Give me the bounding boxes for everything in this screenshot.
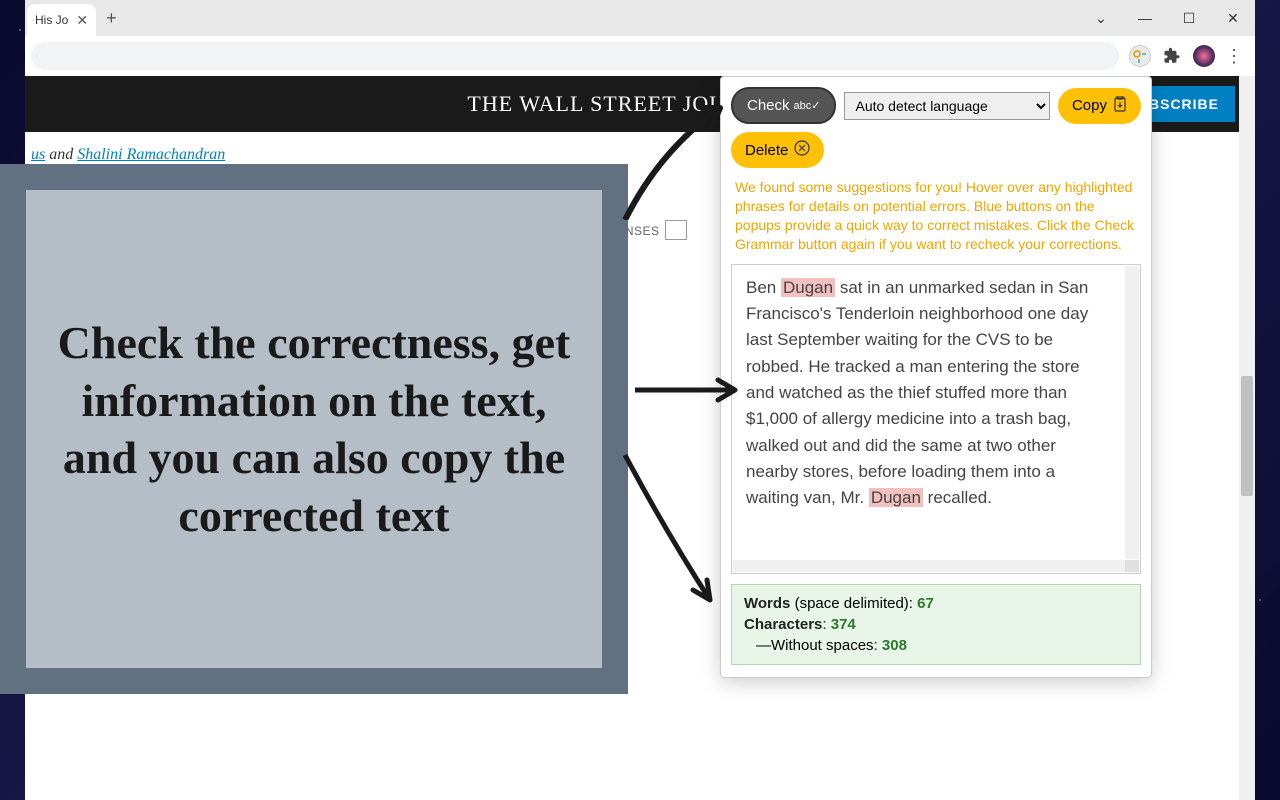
words-suffix: (space delimited): (790, 595, 917, 612)
highlighted-word[interactable]: Dugan (869, 488, 923, 507)
nospace-label: —Without spaces: (756, 637, 882, 654)
grammar-extension-popup: Check abc✓ Auto detect language Copy Del… (720, 76, 1152, 678)
browser-titlebar: His Jo ✕ + ⌄ — ☐ ✕ (25, 0, 1255, 36)
window-controls: ⌄ — ☐ ✕ (1079, 2, 1255, 34)
chars-sep: : (822, 616, 830, 633)
nospace-value: 308 (882, 637, 907, 654)
text-stats: Words (space delimited): 67 Characters: … (731, 584, 1141, 665)
text-segment: sat in an unmarked sedan in San Francisc… (746, 278, 1088, 508)
text-segment: recalled. (923, 488, 992, 507)
tab-title: His Jo (35, 13, 68, 27)
language-select[interactable]: Auto detect language (844, 92, 1049, 120)
responses-icon[interactable] (665, 220, 687, 240)
text-segment: Ben (746, 278, 781, 297)
address-bar[interactable] (31, 42, 1119, 70)
clipboard-icon (1113, 96, 1127, 116)
copy-button[interactable]: Copy (1058, 88, 1141, 124)
chars-value: 374 (831, 616, 856, 633)
instructional-callout: Check the correctness, get information o… (0, 164, 628, 694)
abc-check-icon: abc✓ (794, 99, 821, 112)
callout-inner: Check the correctness, get information o… (26, 190, 602, 668)
browser-menu-icon[interactable]: ⋮ (1225, 46, 1243, 67)
chars-label: Characters (744, 616, 822, 633)
delete-button[interactable]: Delete (731, 132, 824, 168)
check-button[interactable]: Check abc✓ (731, 87, 836, 124)
copy-label: Copy (1072, 97, 1107, 114)
delete-x-icon (794, 140, 810, 160)
maximize-button[interactable]: ☐ (1167, 2, 1211, 34)
close-window-button[interactable]: ✕ (1211, 2, 1255, 34)
minimize-button[interactable]: — (1123, 2, 1167, 34)
callout-text: Check the correctness, get information o… (56, 314, 572, 544)
close-tab-icon[interactable]: ✕ (76, 12, 88, 29)
byline-and: and (45, 146, 77, 163)
page-scrollbar[interactable] (1239, 76, 1255, 800)
circle-extension-icon[interactable] (1193, 45, 1215, 67)
caret-down-icon[interactable]: ⌄ (1079, 2, 1123, 34)
new-tab-button[interactable]: + (106, 8, 117, 29)
popup-toolbar: Check abc✓ Auto detect language Copy Del… (721, 77, 1151, 178)
puzzle-extension-icon[interactable] (1161, 45, 1183, 67)
popup-scrollbar-horizontal[interactable] (733, 560, 1126, 572)
extension-icons: ⋮ (1129, 45, 1249, 67)
scrollbar-thumb[interactable] (1241, 376, 1253, 496)
browser-tab[interactable]: His Jo ✕ (27, 4, 96, 36)
check-label: Check (747, 97, 790, 114)
text-content-area[interactable]: Ben Dugan sat in an unmarked sedan in Sa… (731, 264, 1141, 574)
highlighted-word[interactable]: Dugan (781, 278, 835, 297)
address-bar-row: ⋮ (25, 36, 1255, 76)
grammar-extension-icon[interactable] (1129, 45, 1151, 67)
author-link-2[interactable]: Shalini Ramachandran (77, 146, 225, 163)
scroll-corner (1125, 560, 1139, 572)
popup-scrollbar-vertical[interactable] (1125, 266, 1139, 559)
suggestions-message: We found some suggestions for you! Hover… (721, 178, 1151, 264)
words-value: 67 (917, 595, 934, 612)
delete-label: Delete (745, 142, 788, 159)
author-link-1[interactable]: us (31, 146, 45, 163)
words-label: Words (744, 595, 790, 612)
